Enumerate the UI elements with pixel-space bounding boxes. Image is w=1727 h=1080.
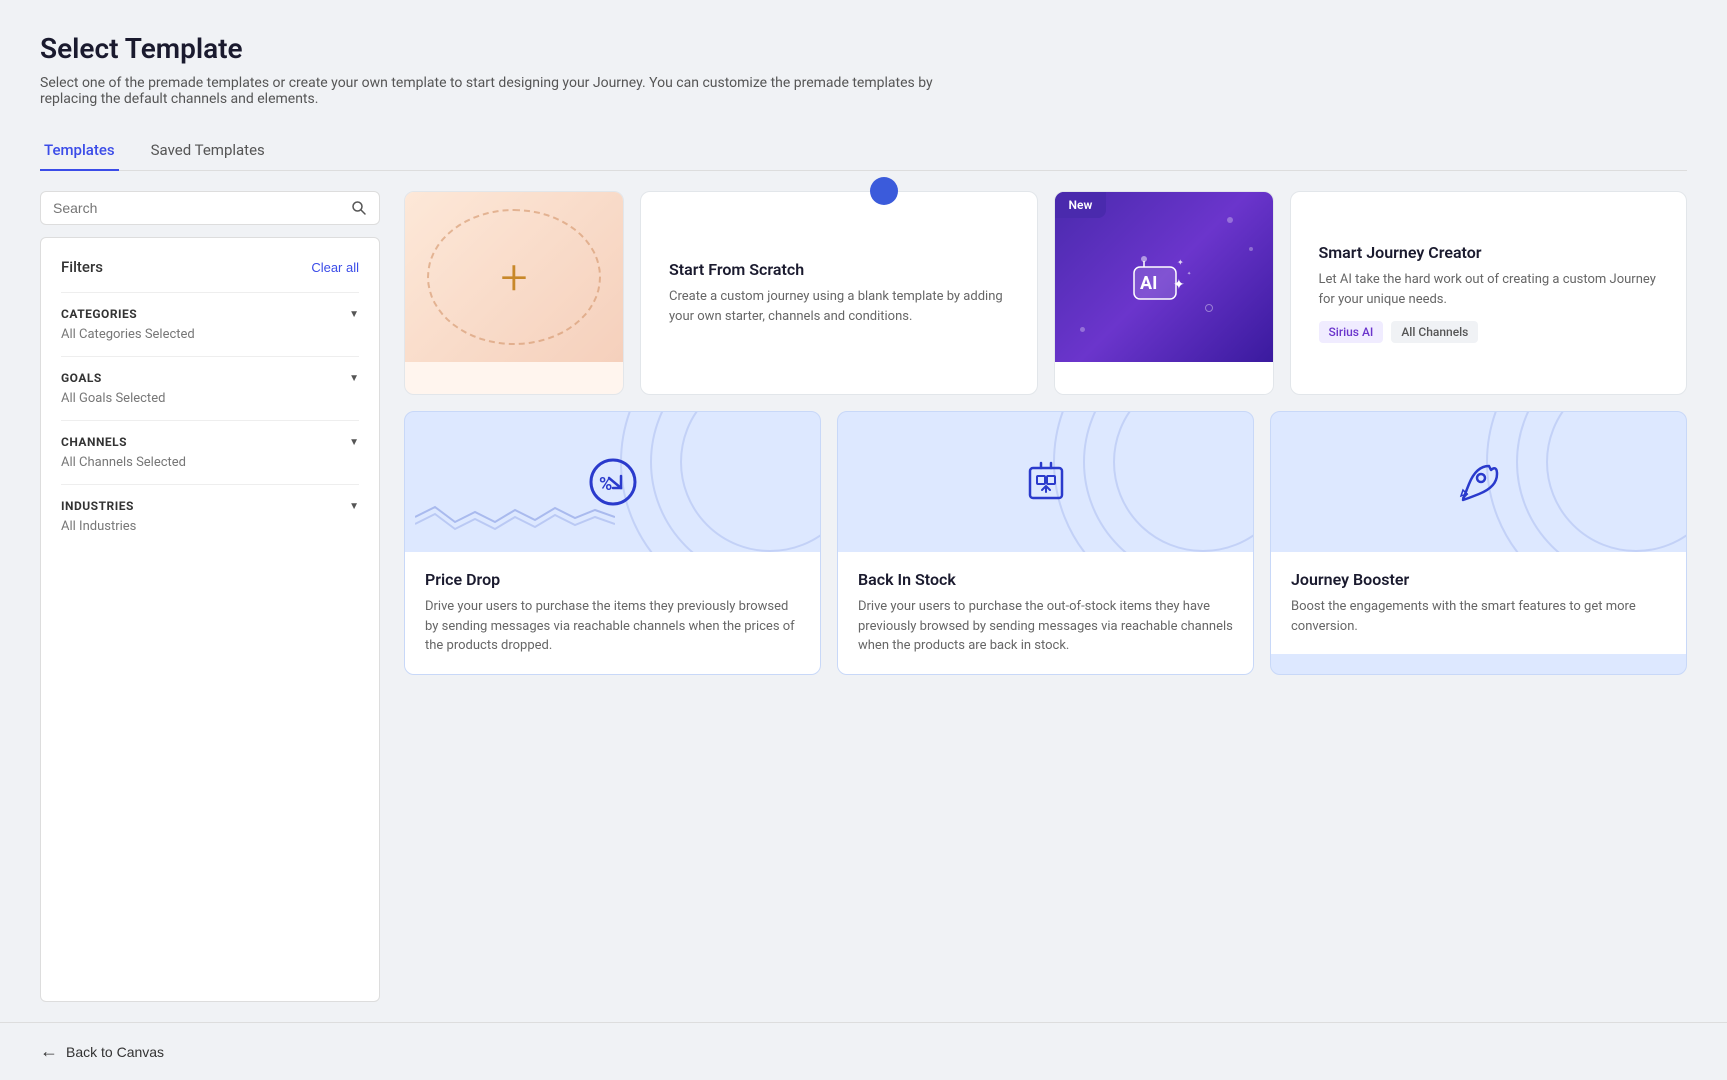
goals-value: All Goals Selected (61, 391, 359, 406)
template-card-journey-booster[interactable]: Journey Booster Boost the engagements wi… (1270, 411, 1687, 675)
new-badge: New (1055, 192, 1107, 218)
categories-value: All Categories Selected (61, 327, 359, 342)
industries-title: INDUSTRIES (61, 499, 134, 513)
journey-booster-icon (1453, 456, 1505, 508)
back-in-stock-info: Back In Stock Drive your users to purcha… (838, 552, 1253, 674)
svg-text:%: % (599, 474, 612, 495)
goals-header[interactable]: GOALS ▼ (61, 371, 359, 385)
price-drop-visual: % (405, 412, 820, 552)
goals-chevron-icon: ▼ (349, 373, 359, 384)
channels-chevron-icon: ▼ (349, 437, 359, 448)
ai-badges: Sirius AI All Channels (1319, 321, 1659, 343)
back-to-canvas-button[interactable]: ← Back to Canvas (40, 1041, 164, 1062)
circle-bg-6 (1053, 412, 1253, 552)
scratch-info (405, 362, 623, 394)
scratch-card-title: Start From Scratch (669, 260, 1009, 279)
ai-robot-icon: ✦ ✦ AI ✦ (1129, 247, 1199, 307)
template-row-1: + Start From Scratch Create a custom jou… (404, 191, 1687, 395)
goals-title: GOALS (61, 371, 102, 385)
filters-header: Filters Clear all (61, 258, 359, 276)
circle-bg-3 (620, 412, 820, 552)
search-button[interactable] (351, 200, 367, 216)
page-subtitle: Select one of the premade templates or c… (40, 75, 940, 107)
template-card-ai[interactable]: New ✦ ✦ (1054, 191, 1274, 395)
wavy-lines-icon (415, 502, 615, 532)
page-title: Select Template (40, 32, 1687, 65)
tab-templates[interactable]: Templates (40, 131, 119, 171)
categories-chevron-icon: ▼ (349, 309, 359, 320)
back-in-stock-desc: Drive your users to purchase the out-of-… (858, 597, 1233, 656)
template-card-scratch[interactable]: + (404, 191, 624, 395)
clear-all-button[interactable]: Clear all (311, 260, 359, 275)
ai-card-info (1055, 362, 1273, 394)
filter-section-goals: GOALS ▼ All Goals Selected (61, 371, 359, 406)
template-card-scratch-text[interactable]: Start From Scratch Create a custom journ… (640, 191, 1038, 395)
channels-header[interactable]: CHANNELS ▼ (61, 435, 359, 449)
filters-label: Filters (61, 258, 103, 276)
svg-text:AI: AI (1140, 273, 1157, 294)
search-wrapper (40, 191, 380, 225)
channels-title: CHANNELS (61, 435, 127, 449)
categories-title: CATEGORIES (61, 307, 137, 321)
back-in-stock-title: Back In Stock (858, 570, 1233, 589)
back-label: Back to Canvas (66, 1044, 164, 1060)
ai-card-title: Smart Journey Creator (1319, 243, 1659, 262)
search-icon (351, 200, 367, 216)
svg-text:✦: ✦ (1177, 258, 1184, 267)
tab-saved-templates[interactable]: Saved Templates (147, 131, 269, 171)
price-drop-title: Price Drop (425, 570, 800, 589)
price-drop-info: Price Drop Drive your users to purchase … (405, 552, 820, 674)
footer: ← Back to Canvas (0, 1022, 1727, 1080)
templates-grid: + Start From Scratch Create a custom jou… (380, 191, 1687, 1002)
back-in-stock-icon (1020, 456, 1072, 508)
template-card-price-drop[interactable]: % Price Drop Drive your users to purchas… (404, 411, 821, 675)
divider-2 (61, 420, 359, 421)
template-card-ai-text[interactable]: Smart Journey Creator Let AI take the ha… (1290, 191, 1688, 395)
divider-0 (61, 292, 359, 293)
back-in-stock-visual (838, 412, 1253, 552)
journey-booster-desc: Boost the engagements with the smart fea… (1291, 597, 1666, 636)
journey-booster-title: Journey Booster (1291, 570, 1666, 589)
industries-header[interactable]: INDUSTRIES ▼ (61, 499, 359, 513)
price-drop-desc: Drive your users to purchase the items t… (425, 597, 800, 656)
sidebar: Filters Clear all CATEGORIES ▼ All Categ… (40, 191, 380, 1002)
all-channels-badge: All Channels (1391, 321, 1478, 343)
search-input[interactable] (53, 200, 351, 216)
tabs-row: Templates Saved Templates (40, 131, 1687, 171)
template-row-2: % Price Drop Drive your users to purchas… (404, 411, 1687, 675)
svg-text:✦: ✦ (1187, 271, 1191, 277)
price-drop-icon: % (587, 456, 639, 508)
filter-section-categories: CATEGORIES ▼ All Categories Selected (61, 307, 359, 342)
sirius-ai-badge: Sirius AI (1319, 321, 1384, 343)
blue-dot-indicator (870, 177, 898, 205)
filter-section-industries: INDUSTRIES ▼ All Industries (61, 499, 359, 534)
industries-chevron-icon: ▼ (349, 501, 359, 512)
scratch-card-desc: Create a custom journey using a blank te… (669, 287, 1009, 326)
filters-panel: Filters Clear all CATEGORIES ▼ All Categ… (40, 237, 380, 1002)
back-arrow-icon: ← (40, 1041, 58, 1062)
categories-header[interactable]: CATEGORIES ▼ (61, 307, 359, 321)
template-card-back-in-stock[interactable]: Back In Stock Drive your users to purcha… (837, 411, 1254, 675)
divider-3 (61, 484, 359, 485)
channels-value: All Channels Selected (61, 455, 359, 470)
journey-booster-info: Journey Booster Boost the engagements wi… (1271, 552, 1686, 654)
circle-bg-9 (1486, 412, 1686, 552)
divider-1 (61, 356, 359, 357)
filter-section-channels: CHANNELS ▼ All Channels Selected (61, 435, 359, 470)
ai-card-desc: Let AI take the hard work out of creatin… (1319, 270, 1659, 309)
ai-visual: New ✦ ✦ (1055, 192, 1273, 362)
scratch-plus-icon: + (500, 249, 527, 306)
industries-value: All Industries (61, 519, 359, 534)
svg-text:✦: ✦ (1173, 277, 1185, 293)
scratch-visual: + (405, 192, 623, 362)
journey-booster-visual (1271, 412, 1686, 552)
